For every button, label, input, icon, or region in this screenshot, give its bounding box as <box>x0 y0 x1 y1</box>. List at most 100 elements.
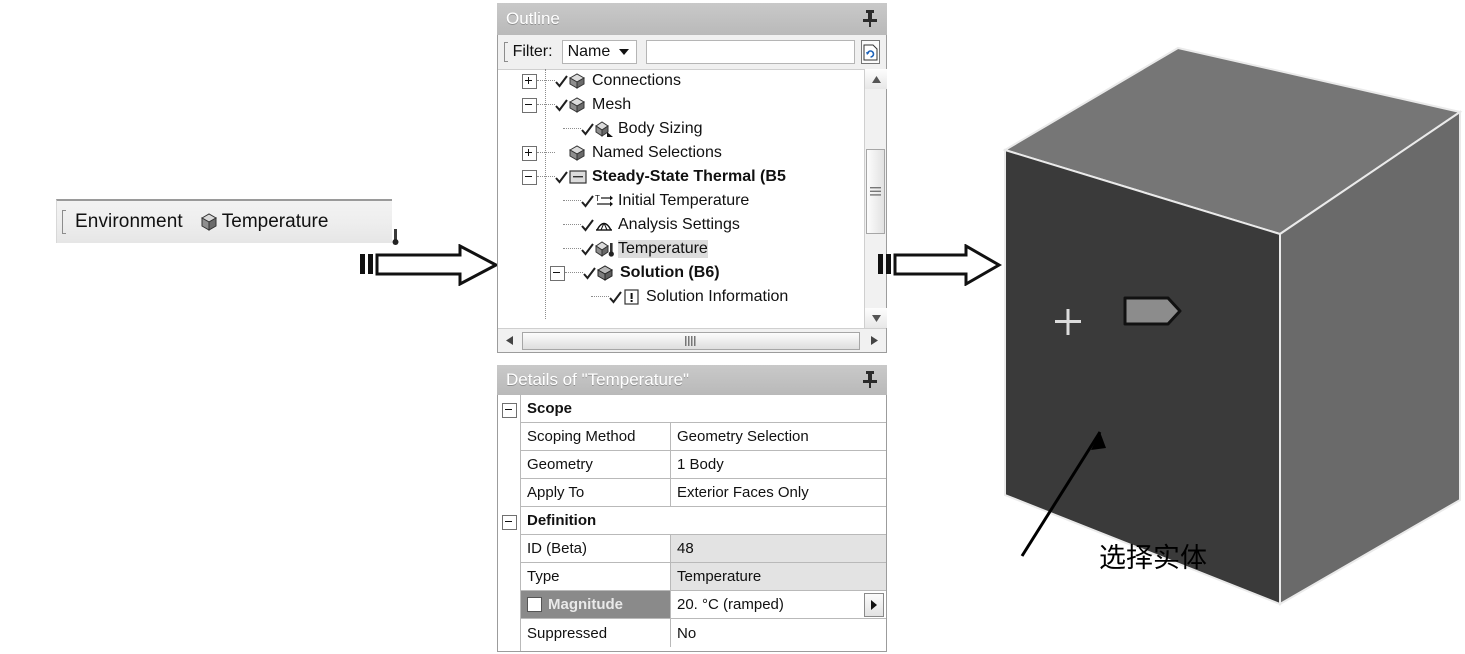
details-property-value-text: Geometry Selection <box>677 428 809 445</box>
details-property-row[interactable]: Magnitude 20. °C (ramped) <box>521 591 886 619</box>
outline-filter-bar: Filter: Name <box>498 35 886 70</box>
details-property-name-text: ID (Beta) <box>527 540 588 557</box>
scroll-down-arrow-icon[interactable] <box>865 308 887 328</box>
filter-search-input[interactable] <box>645 40 855 64</box>
outline-tree[interactable]: Connections Mesh Body Sizing Named Selectio… <box>498 69 886 328</box>
filter-type-dropdown[interactable]: Name <box>561 40 637 64</box>
tree-item[interactable]: Steady-State Thermal (B5 <box>498 165 886 189</box>
details-property-value[interactable]: Exterior Faces Only <box>671 479 886 506</box>
details-property-name: Definition <box>521 507 886 534</box>
chevron-right-icon <box>871 599 877 610</box>
magnitude-checkbox[interactable] <box>527 597 542 612</box>
details-property-table: Scope Scoping Method Geometry Selection Geo… <box>521 395 886 651</box>
details-property-row[interactable]: Type Temperature <box>521 563 886 591</box>
details-property-name: Scoping Method <box>521 423 671 450</box>
filter-drag-handle[interactable] <box>504 42 508 62</box>
details-property-name-text: Magnitude <box>548 596 623 613</box>
details-property-value[interactable]: No <box>671 619 886 647</box>
temperature-icon <box>594 240 614 258</box>
details-property-value-text: 20. °C (ramped) <box>677 596 784 613</box>
scroll-right-arrow-icon[interactable] <box>862 336 886 345</box>
annotation-label: 选择实体 <box>1099 543 1207 574</box>
details-group-collapse-toggle[interactable] <box>502 403 517 418</box>
details-property-value[interactable]: 20. °C (ramped) <box>671 591 886 618</box>
tree-connector <box>563 200 581 202</box>
viewport-3d[interactable] <box>960 0 1465 654</box>
details-property-value[interactable]: 1 Body <box>671 451 886 478</box>
details-group-row[interactable]: Definition <box>521 507 886 535</box>
vertical-scrollbar-thumb[interactable] <box>866 149 885 234</box>
environment-label: Environment <box>75 211 183 232</box>
outline-panel-header: Outline <box>497 3 887 35</box>
tree-item[interactable]: Named Selections <box>498 141 886 165</box>
status-check-icon <box>555 170 568 184</box>
cube-icon <box>568 144 588 162</box>
details-property-name: Type <box>521 563 671 590</box>
tree-item[interactable]: Solution Information <box>498 285 886 309</box>
tree-item[interactable]: Temperature <box>498 237 886 261</box>
details-property-row[interactable]: Geometry 1 Body <box>521 451 886 479</box>
details-property-value[interactable]: Geometry Selection <box>671 423 886 450</box>
tree-item-label: Solution Information <box>646 288 789 305</box>
details-group-collapse-toggle[interactable] <box>502 515 517 530</box>
details-group-row[interactable]: Scope <box>521 395 886 423</box>
details-property-name: ID (Beta) <box>521 535 671 562</box>
details-panel: Details of "Temperature" Scope Scoping Me… <box>497 365 887 652</box>
tree-item[interactable]: Body Sizing <box>498 117 886 141</box>
details-property-value[interactable]: Temperature <box>671 563 886 590</box>
tree-item-label: Mesh <box>592 96 632 113</box>
expand-toggle-icon[interactable] <box>522 145 537 161</box>
tree-item[interactable]: Mesh <box>498 93 886 117</box>
tree-item-label: Analysis Settings <box>618 216 740 233</box>
pushpin-icon[interactable] <box>862 9 878 27</box>
tree-item[interactable]: Connections <box>498 69 886 93</box>
cube-icon <box>199 212 219 232</box>
collapse-toggle-icon[interactable] <box>550 265 565 281</box>
tree-connector <box>537 104 555 106</box>
tree-connector <box>563 224 581 226</box>
status-check-icon <box>581 194 594 208</box>
scroll-left-arrow-icon[interactable] <box>498 336 520 345</box>
tree-item[interactable]: Analysis Settings <box>498 213 886 237</box>
body-sizing-icon <box>594 120 614 138</box>
temperature-toolbar-button[interactable]: Temperature <box>199 211 399 245</box>
tree-connector <box>537 152 555 154</box>
horizontal-scrollbar-thumb[interactable] <box>522 331 860 350</box>
details-property-name-text: Scoping Method <box>527 428 636 445</box>
temperature-button-label: Temperature <box>221 211 329 232</box>
status-check-icon <box>581 242 594 256</box>
expand-toggle-icon[interactable] <box>522 73 537 89</box>
toolbar-drag-handle[interactable] <box>62 210 66 234</box>
thermometer-icon <box>392 229 399 245</box>
tree-item[interactable]: Solution (B6) <box>498 261 886 285</box>
tree-item-label: Named Selections <box>592 144 722 161</box>
tree-connector <box>537 80 555 82</box>
initial-temp-icon: T <box>594 192 614 210</box>
details-property-value[interactable]: 48 <box>671 535 886 562</box>
outline-vertical-scrollbar[interactable] <box>864 69 887 328</box>
details-body: Scope Scoping Method Geometry Selection Geo… <box>497 395 887 652</box>
details-property-row[interactable]: Scoping Method Geometry Selection <box>521 423 886 451</box>
scroll-up-arrow-icon[interactable] <box>865 69 887 89</box>
status-check-icon <box>555 74 568 88</box>
outline-body: Filter: Name Connections Mesh Body Sizing N… <box>497 35 887 353</box>
collapse-toggle-icon[interactable] <box>522 169 537 185</box>
tree-connector <box>563 248 581 250</box>
details-property-name-text: Scope <box>527 400 573 417</box>
outline-horizontal-scrollbar[interactable] <box>498 328 886 352</box>
pushpin-icon[interactable] <box>862 370 878 388</box>
details-property-row[interactable]: ID (Beta) 48 <box>521 535 886 563</box>
tree-item[interactable]: T Initial Temperature <box>498 189 886 213</box>
analysis-settings-icon <box>594 216 614 234</box>
details-gutter <box>498 395 521 651</box>
details-property-row[interactable]: Suppressed No <box>521 619 886 647</box>
details-property-value-text: Temperature <box>677 568 762 585</box>
details-property-value-text: Exterior Faces Only <box>677 484 809 501</box>
refresh-icon[interactable] <box>860 40 880 64</box>
magnitude-dropdown-button[interactable] <box>864 592 884 617</box>
details-property-value-text: No <box>677 624 697 642</box>
filter-type-value: Name <box>567 43 611 60</box>
details-property-row[interactable]: Apply To Exterior Faces Only <box>521 479 886 507</box>
details-property-name-text: Suppressed <box>527 624 608 642</box>
collapse-toggle-icon[interactable] <box>522 97 537 113</box>
